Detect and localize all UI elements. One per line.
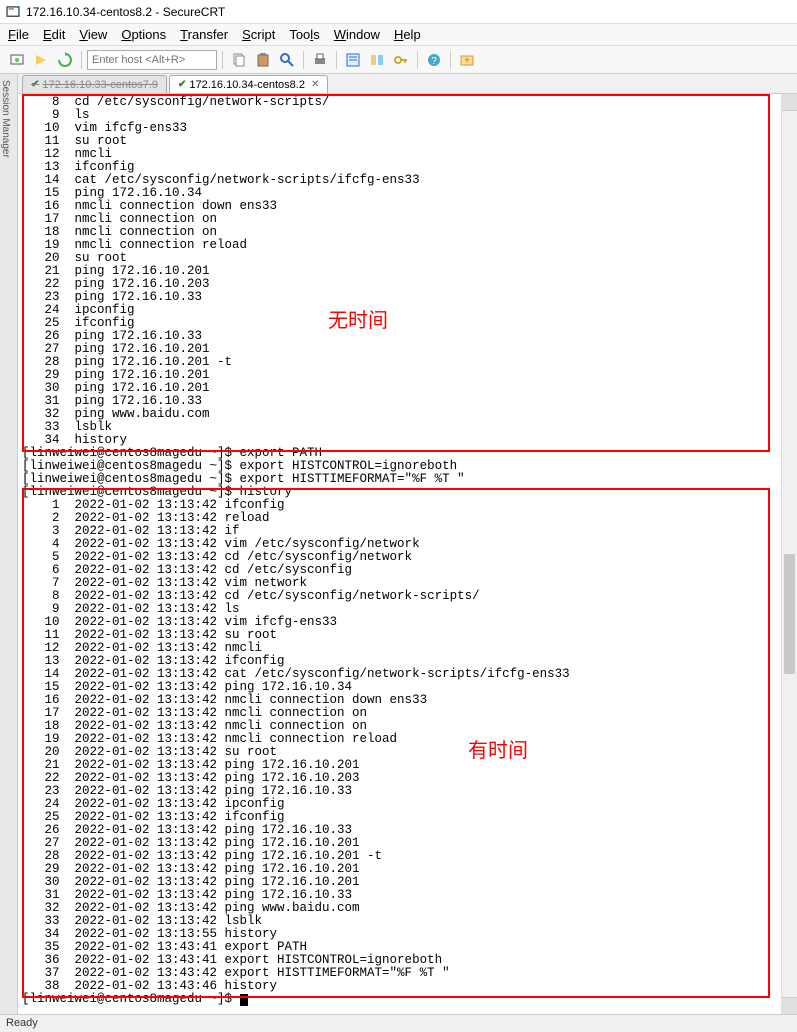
separator bbox=[417, 51, 418, 69]
menu-help[interactable]: Help bbox=[394, 27, 421, 42]
menu-transfer[interactable]: Transfer bbox=[180, 27, 228, 42]
cursor bbox=[240, 994, 248, 1006]
check-icon: ✔ bbox=[178, 79, 186, 90]
svg-text:?: ? bbox=[431, 56, 437, 67]
new-tab-icon[interactable]: + bbox=[456, 49, 478, 71]
menu-edit[interactable]: Edit bbox=[43, 27, 65, 42]
annotation-has-time: 有时间 bbox=[468, 734, 528, 763]
separator bbox=[450, 51, 451, 69]
options-icon[interactable] bbox=[366, 49, 388, 71]
separator bbox=[81, 51, 82, 69]
properties-icon[interactable] bbox=[342, 49, 364, 71]
help-icon[interactable]: ? bbox=[423, 49, 445, 71]
menu-file[interactable]: File bbox=[8, 27, 29, 42]
paste-icon[interactable] bbox=[252, 49, 274, 71]
host-input[interactable] bbox=[87, 50, 217, 70]
menu-view[interactable]: View bbox=[79, 27, 107, 42]
vertical-scrollbar[interactable] bbox=[781, 94, 797, 1014]
scrollbar-thumb[interactable] bbox=[784, 554, 795, 674]
menu-options[interactable]: Options bbox=[121, 27, 166, 42]
tab-centos8[interactable]: ✔172.16.10.34-centos8.2✕ bbox=[169, 75, 328, 93]
separator bbox=[336, 51, 337, 69]
svg-text:+: + bbox=[464, 55, 469, 65]
menubar: File Edit View Options Transfer Script T… bbox=[0, 24, 797, 46]
tab-bar: ✔172.16.10.33-centos7.9 ✔172.16.10.34-ce… bbox=[18, 74, 797, 94]
connect-icon[interactable] bbox=[6, 49, 28, 71]
close-icon[interactable]: ✕ bbox=[311, 79, 319, 90]
separator bbox=[303, 51, 304, 69]
window-title: 172.16.10.34-centos8.2 - SecureCRT bbox=[26, 5, 225, 19]
find-icon[interactable] bbox=[276, 49, 298, 71]
copy-icon[interactable] bbox=[228, 49, 250, 71]
toolbar: ? + bbox=[0, 46, 797, 74]
tab-centos7[interactable]: ✔172.16.10.33-centos7.9 bbox=[22, 75, 167, 93]
terminal-output[interactable]: 8 cd /etc/sysconfig/network-scripts/ 9 l… bbox=[18, 94, 797, 1008]
menu-window[interactable]: Window bbox=[334, 27, 380, 42]
titlebar: 172.16.10.34-centos8.2 - SecureCRT bbox=[0, 0, 797, 24]
check-icon: ✔ bbox=[31, 79, 39, 90]
print-icon[interactable] bbox=[309, 49, 331, 71]
reconnect-icon[interactable] bbox=[54, 49, 76, 71]
key-icon[interactable] bbox=[390, 49, 412, 71]
separator bbox=[222, 51, 223, 69]
quick-connect-icon[interactable] bbox=[30, 49, 52, 71]
annotation-no-time: 无时间 bbox=[328, 304, 388, 333]
menu-tools[interactable]: Tools bbox=[289, 27, 319, 42]
session-manager-tab[interactable]: Session Manager bbox=[0, 74, 18, 1014]
menu-script[interactable]: Script bbox=[242, 27, 275, 42]
status-bar: Ready bbox=[0, 1014, 797, 1032]
app-icon bbox=[6, 5, 20, 19]
